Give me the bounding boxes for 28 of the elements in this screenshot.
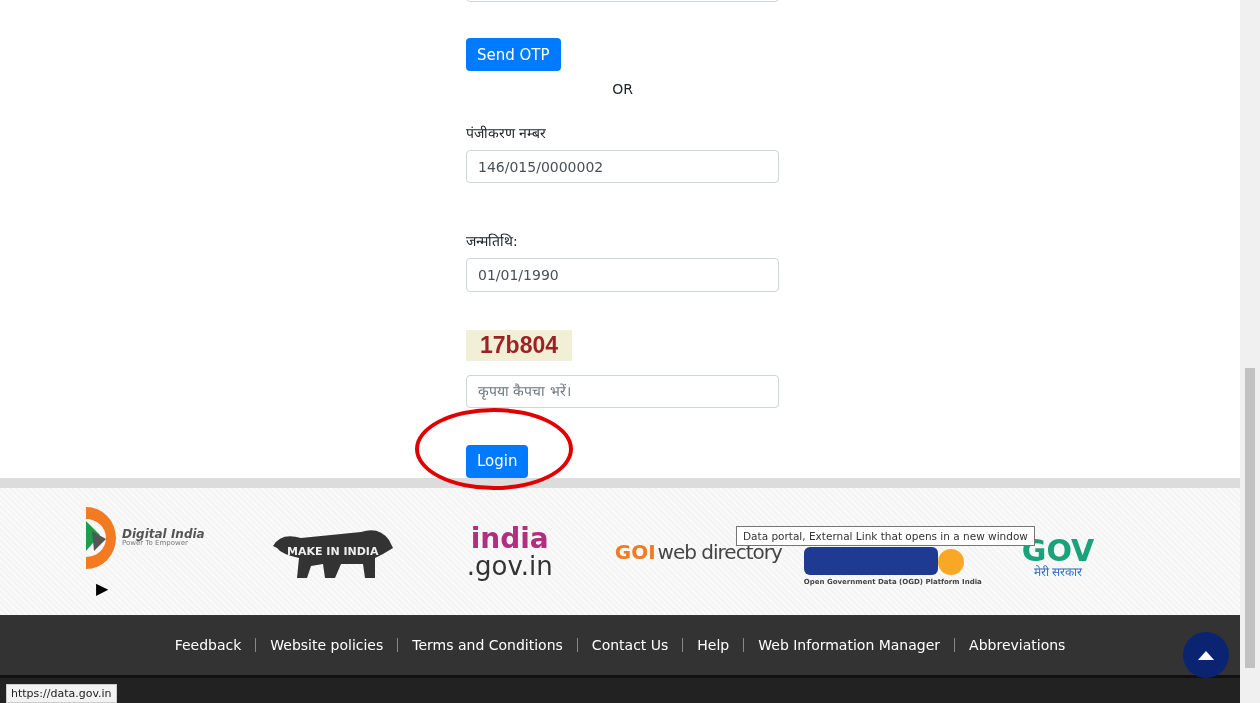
footer-link[interactable]: Feedback: [160, 638, 256, 652]
logo-text: india: [470, 524, 549, 553]
logo-subtitle: मेरी सरकार: [1033, 565, 1083, 578]
logo-mark: GOI: [614, 541, 656, 562]
tooltip: Data portal, External Link that opens in a new window: [736, 526, 1035, 546]
footer-link[interactable]: Help: [682, 638, 744, 652]
input-field[interactable]: 01/01/1990: [466, 258, 779, 292]
send-otp-button[interactable]: Send OTP: [466, 38, 561, 72]
footer-link[interactable]: Abbreviations: [954, 638, 1080, 652]
or-text: OR: [612, 81, 633, 98]
captcha-text: 17b804: [466, 329, 572, 361]
footer-link[interactable]: Contact Us: [576, 638, 683, 652]
logo-text: MAKE IN INDIA: [286, 546, 379, 557]
field-label: जन्मतिथि:: [466, 232, 519, 251]
captcha-field[interactable]: कृपया कैपचा भरें।: [466, 374, 779, 408]
caret-up-icon: [1198, 650, 1214, 660]
scrollbar-thumb[interactable]: [1245, 368, 1255, 668]
login-button[interactable]: Login: [466, 444, 529, 478]
field-label: पंजीकरण नम्बर: [466, 124, 548, 143]
logo-text: .gov.in: [466, 552, 553, 579]
status-url: https://data.gov.in: [6, 684, 117, 703]
footer-link[interactable]: Terms and Conditions: [397, 638, 577, 652]
play-symbol[interactable]: ▶: [96, 580, 109, 597]
footer-link[interactable]: Website policies: [255, 638, 398, 652]
footer-link[interactable]: Web Information Manager: [743, 638, 955, 652]
input-field[interactable]: 146/015/0000002: [466, 150, 779, 184]
logo-title: Digital India: [122, 528, 205, 540]
data-gov-logo-icon: [803, 547, 964, 575]
